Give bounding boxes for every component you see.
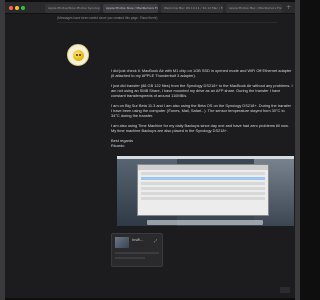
screenshot-dock: [147, 220, 263, 225]
attachment-thumbnail: [115, 237, 129, 248]
screenshot-row: [141, 187, 265, 190]
zoom-window-button[interactable]: [21, 6, 25, 10]
screenshot-menubar: [117, 156, 294, 159]
new-tab-button[interactable]: +: [286, 4, 291, 12]
divider: [57, 22, 277, 23]
avatar-eye-right: [79, 54, 81, 56]
browser-window: Apple Photos/Slow Photos Synology Apple …: [5, 2, 295, 298]
screenshot-row: [141, 192, 265, 195]
tab-1[interactable]: Apple Photos/Slow Photos Synology: [45, 4, 100, 13]
attachment-meta-line: [115, 252, 159, 254]
avatar-eye-left: [76, 54, 78, 56]
post-paragraph-4: I am also using Time Machine for my dail…: [111, 123, 289, 133]
attachment-filename: Insêl...: [132, 238, 144, 242]
screenshot-row: [141, 197, 265, 200]
close-window-button[interactable]: [9, 6, 13, 10]
post-paragraph-3: I am on Big Sur Beta 11.3 and I am also …: [111, 103, 291, 118]
post-body: I did just check it. MacBook Air with M1…: [111, 68, 293, 148]
screenshot-row: [141, 172, 265, 175]
screenshot-row: [141, 182, 265, 185]
attachment-meta-line: [115, 257, 145, 259]
minimize-window-button[interactable]: [15, 6, 19, 10]
desktop-edge-right: [295, 0, 300, 300]
avatar[interactable]: [67, 44, 89, 66]
reply-button[interactable]: [280, 287, 290, 293]
attachment-card[interactable]: Insêl... ⤢: [111, 233, 163, 267]
screenshot-row-selected: [141, 177, 265, 180]
tab-4[interactable]: Apple Photos Mac / MacRumors Forums: [226, 4, 282, 13]
screenshot-finder-window: [137, 164, 269, 216]
post-author: Ricardo: [111, 143, 125, 148]
post-paragraph-1: I did just check it. MacBook Air with M1…: [111, 68, 292, 78]
embedded-screenshot[interactable]: [117, 156, 294, 226]
tab-bar: Apple Photos/Slow Photos Synology Apple …: [5, 2, 295, 14]
tab-3[interactable]: Welcome Mac OS 10.11 / 10.12 Mac / MacRu…: [161, 4, 223, 13]
screenshot-window-header: [138, 165, 268, 170]
sorted-notice[interactable]: (Messages have been sorted since you cre…: [57, 16, 157, 20]
post-paragraph-2: I just did transfer (88 GB 122 files) fr…: [111, 83, 293, 98]
c3po-avatar-icon: [73, 50, 84, 61]
tab-2[interactable]: Apple Photos Slow / MacRumors Forums: [103, 4, 158, 13]
expand-icon[interactable]: ⤢: [154, 238, 157, 243]
